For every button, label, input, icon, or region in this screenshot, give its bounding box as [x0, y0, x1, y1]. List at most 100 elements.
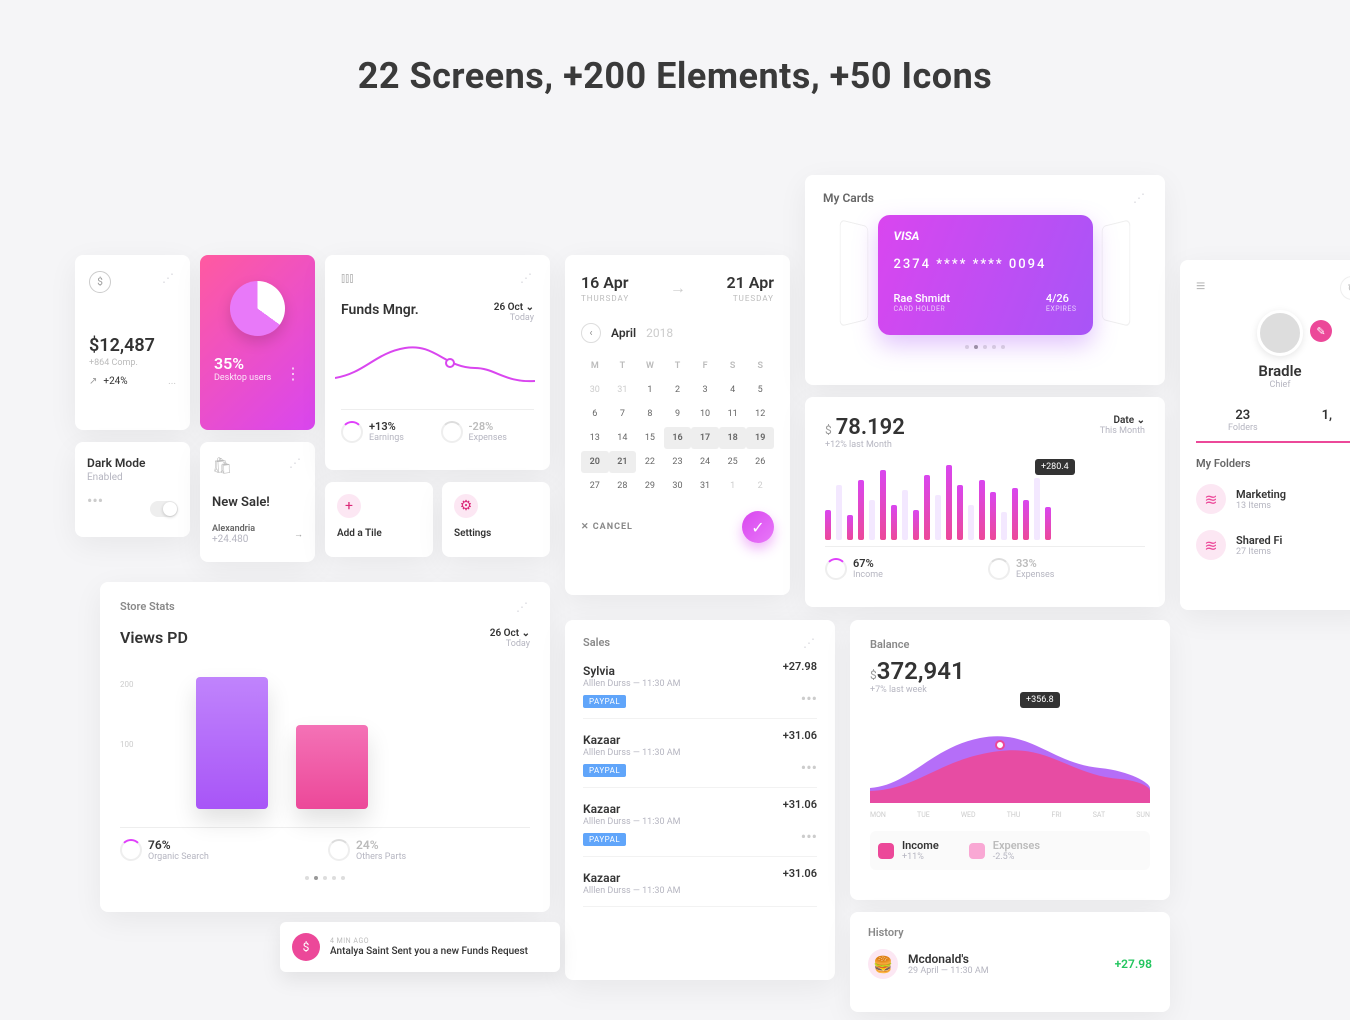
more-icon[interactable]: ••• [801, 827, 817, 846]
cal-day[interactable]: 22 [636, 451, 664, 473]
cal-prev[interactable]: ‹ [581, 323, 601, 343]
sale-title: New Sale! [212, 495, 303, 510]
bar [957, 485, 963, 540]
cal-day[interactable]: 28 [609, 475, 637, 497]
cal-day[interactable]: 7 [609, 403, 637, 425]
cal-day[interactable]: 10 [691, 403, 719, 425]
drag-icon[interactable]: ⋰ [520, 271, 534, 286]
notification[interactable]: $ 4 MIN AGOAntalya Saint Sent you a new … [280, 922, 560, 972]
cal-day[interactable]: 24 [691, 451, 719, 473]
profile-role: Chief [1196, 380, 1350, 390]
drag-icon[interactable]: ⋰ [516, 600, 530, 614]
cal-day[interactable]: 21 [609, 451, 637, 473]
confirm-button[interactable]: ✓ [742, 511, 774, 543]
cal-day[interactable]: 1 [719, 475, 747, 497]
more-icon[interactable]: ••• [87, 491, 103, 510]
more-icon[interactable]: ••• [801, 689, 817, 708]
card-ghost[interactable] [1102, 219, 1130, 327]
pager-dots[interactable] [823, 345, 1147, 349]
cal-day[interactable]: 19 [746, 427, 774, 449]
legend-label: Expenses [993, 839, 1040, 852]
paypal-tag: PAYPAL [583, 764, 626, 777]
bigstat-datesub: This Month [1100, 426, 1145, 436]
cal-day[interactable]: 20 [581, 451, 609, 473]
bar [880, 470, 886, 540]
plus-icon: + [337, 494, 361, 518]
dollar-icon: $ [89, 271, 111, 293]
store-datesub: Today [490, 639, 530, 649]
cal-day[interactable]: 29 [636, 475, 664, 497]
folder-item[interactable]: ≋Shared Fi27 Items [1196, 522, 1350, 568]
kpi-label: Income [853, 570, 883, 580]
sale-item[interactable]: Kazaar+31.06Alllen Durss — 11:30 AMPAYPA… [583, 788, 817, 857]
cal-day[interactable]: 23 [664, 451, 692, 473]
bar [1012, 488, 1018, 540]
cal-day[interactable]: 25 [719, 451, 747, 473]
ring-icon [328, 839, 350, 861]
bar [902, 490, 908, 540]
drag-icon[interactable]: ⋰ [1133, 191, 1147, 205]
bigstat-date[interactable]: Date ⌄ [1100, 415, 1145, 426]
cal-day[interactable]: 15 [636, 427, 664, 449]
cal-day[interactable]: 26 [746, 451, 774, 473]
darkmode-toggle[interactable] [150, 501, 178, 517]
cal-day[interactable]: 4 [719, 379, 747, 401]
more-icon[interactable]: ... [168, 376, 176, 387]
funds-date[interactable]: 26 Oct ⌄ [494, 302, 534, 313]
history-name: Mcdonald's [908, 952, 989, 966]
cal-day[interactable]: 5 [746, 379, 774, 401]
more-icon[interactable]: ••• [801, 758, 817, 777]
cal-day[interactable]: 2 [664, 379, 692, 401]
store-date[interactable]: 26 Oct ⌄ [490, 628, 530, 639]
credit-card[interactable]: VISA 2374 **** **** 0094 Rae ShmidtCARD … [878, 215, 1093, 335]
cal-day[interactable]: 27 [581, 475, 609, 497]
pager-dots[interactable] [120, 876, 530, 880]
add-tile[interactable]: + Add a Tile [325, 482, 433, 557]
menu-icon[interactable]: ≡ [1196, 276, 1205, 300]
more-icon[interactable]: ⋮ [285, 364, 301, 383]
drag-icon[interactable]: ⋰ [289, 456, 303, 475]
cancel-button[interactable]: ✕ CANCEL [581, 522, 633, 532]
cal-day[interactable]: 30 [664, 475, 692, 497]
sale-item[interactable]: Kazaar+31.06Alllen Durss — 11:30 AM [583, 857, 817, 907]
cal-day[interactable]: 11 [719, 403, 747, 425]
bar [924, 475, 930, 540]
sale-meta: Alllen Durss — 11:30 AM [583, 817, 817, 827]
drag-icon[interactable]: ⋰ [803, 636, 817, 650]
cal-day[interactable]: 2 [746, 475, 774, 497]
card-ghost[interactable] [840, 219, 868, 327]
bar [825, 510, 831, 540]
cal-day[interactable]: 17 [691, 427, 719, 449]
sale-amt: +24.480 [212, 534, 255, 545]
cal-dow: T [609, 355, 637, 377]
sale-item[interactable]: Kazaar+31.06Alllen Durss — 11:30 AMPAYPA… [583, 719, 817, 788]
ring-icon [825, 558, 847, 580]
folder-sub: 27 Items [1236, 547, 1282, 557]
cal-day[interactable]: 8 [636, 403, 664, 425]
cal-day[interactable]: 14 [609, 427, 637, 449]
cal-day[interactable]: 13 [581, 427, 609, 449]
drag-icon[interactable]: ⋰ [162, 271, 176, 293]
cal-day[interactable]: 12 [746, 403, 774, 425]
cal-day[interactable]: 31 [609, 379, 637, 401]
cal-day[interactable]: 6 [581, 403, 609, 425]
arrow-right-icon[interactable]: → [294, 529, 303, 540]
page-heading: 22 Screens, +200 Elements, +50 Icons [0, 55, 1350, 97]
arrow-up-icon: ↗ [89, 376, 97, 387]
cal-day[interactable]: 1 [636, 379, 664, 401]
balance-wave [870, 713, 1150, 803]
profile-name: Bradle [1196, 362, 1350, 380]
cal-day[interactable]: 31 [691, 475, 719, 497]
cal-day[interactable]: 9 [664, 403, 692, 425]
refresh-icon[interactable]: ↻ [1340, 276, 1350, 300]
edit-icon[interactable]: ✎ [1310, 320, 1332, 342]
cal-day[interactable]: 16 [664, 427, 692, 449]
avatar[interactable] [1257, 310, 1303, 356]
sale-item[interactable]: Sylvia+27.98Alllen Durss — 11:30 AMPAYPA… [583, 650, 817, 719]
cal-day[interactable]: 30 [581, 379, 609, 401]
folder-item[interactable]: ≋Marketing13 Items [1196, 476, 1350, 522]
settings-tile[interactable]: ⚙ Settings [442, 482, 550, 557]
cal-day[interactable]: 18 [719, 427, 747, 449]
funds-sparkline [335, 333, 535, 393]
cal-day[interactable]: 3 [691, 379, 719, 401]
